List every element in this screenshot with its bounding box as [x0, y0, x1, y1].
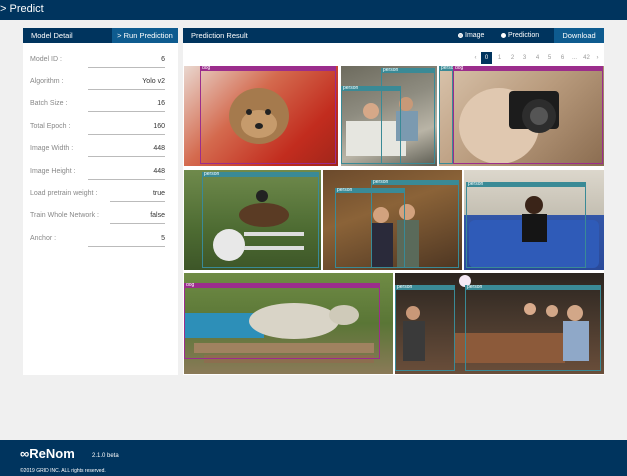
model-detail-header: Model Detail > Run Prediction	[23, 28, 178, 43]
param-label: Model ID :	[30, 56, 62, 63]
pagination-page-3[interactable]: 3	[519, 52, 530, 64]
footer: ∞ReNom 2.1.0 beta ©2019 GRID INC. ALL ri…	[0, 440, 627, 476]
param-underline	[110, 201, 165, 202]
param-underline	[88, 67, 165, 68]
bbox-label: dog	[184, 283, 380, 288]
page-title: > Predict	[0, 3, 44, 15]
bbox	[184, 287, 380, 359]
radio-prediction-label: Prediction	[508, 32, 540, 39]
param-model-id: Model ID : 6	[30, 56, 165, 68]
param-underline	[88, 89, 165, 90]
prediction-result-header: Prediction Result Image Prediction Downl…	[183, 28, 604, 43]
pagination-page-6[interactable]: 6	[557, 52, 568, 64]
copyright-text: ©2019 GRID INC. ALL rights reserved.	[20, 468, 106, 474]
result-image-dinner[interactable]: person person	[395, 273, 604, 374]
pagination-ellipsis: ...	[571, 55, 577, 61]
result-image-sofa[interactable]: person	[464, 170, 604, 270]
bbox	[200, 70, 336, 164]
radio-image[interactable]: Image	[458, 28, 484, 43]
radio-dot-unselected-icon	[501, 33, 506, 38]
param-value: 448	[153, 145, 165, 152]
bbox	[466, 184, 586, 268]
bbox-label: person	[395, 285, 455, 290]
radio-image-label: Image	[465, 32, 485, 39]
result-image-horse[interactable]: person	[184, 170, 321, 270]
bbox-label: dog	[453, 66, 603, 71]
pagination-page-4[interactable]: 4	[532, 52, 543, 64]
bbox	[371, 184, 459, 268]
bbox-label: person	[371, 180, 459, 185]
pagination-prev-button[interactable]: ‹	[470, 52, 481, 64]
bbox	[465, 287, 601, 371]
param-value: 16	[157, 100, 165, 107]
param-label: Batch Size :	[30, 100, 68, 107]
param-label: Load pretrain weight :	[30, 190, 98, 197]
param-image-height: Image Height : 448	[30, 168, 165, 180]
pagination-page-42[interactable]: 42	[581, 52, 592, 64]
param-value: Yolo v2	[142, 78, 165, 85]
bbox-label: dog	[200, 66, 336, 71]
bbox	[202, 176, 319, 268]
param-value: 6	[161, 56, 165, 63]
param-value: 5	[161, 235, 165, 242]
param-label: Image Height :	[30, 168, 76, 175]
param-label: Total Epoch :	[30, 123, 71, 130]
param-value: 160	[153, 123, 165, 130]
bbox-label: person	[381, 68, 435, 73]
run-prediction-button[interactable]: > Run Prediction	[112, 28, 178, 43]
bbox	[381, 72, 435, 164]
pagination-page-0[interactable]: 0	[481, 52, 492, 64]
pagination-page-1[interactable]: 1	[494, 52, 505, 64]
param-value: true	[152, 190, 165, 197]
param-anchor: Anchor : 5	[30, 235, 165, 247]
result-image-camera[interactable]: person dog	[439, 66, 604, 166]
bbox	[395, 287, 455, 371]
result-image-dog[interactable]: dog	[184, 66, 338, 166]
param-algorithm: Algorithm : Yolo v2	[30, 78, 165, 90]
bbox	[439, 70, 453, 164]
param-batch-size: Batch Size : 16	[30, 100, 165, 112]
radio-dot-selected-icon	[458, 33, 463, 38]
radio-prediction[interactable]: Prediction	[501, 28, 539, 43]
param-label: Anchor :	[30, 235, 57, 242]
bbox-label: person	[202, 172, 319, 177]
param-label: Image Width :	[30, 145, 74, 152]
bbox-label: person	[465, 285, 601, 290]
param-label: Train Whole Network :	[30, 212, 99, 219]
model-detail-title: Model Detail	[31, 31, 73, 40]
version-label: 2.1.0 beta	[92, 453, 119, 459]
param-total-epoch: Total Epoch : 160	[30, 123, 165, 135]
param-underline	[88, 156, 165, 157]
result-image-hospital[interactable]: person person	[341, 66, 437, 166]
pagination-page-5[interactable]: 5	[544, 52, 555, 64]
result-image-bench-dog[interactable]: dog	[184, 273, 393, 374]
param-label: Algorithm :	[30, 78, 64, 85]
bbox-label: person	[466, 182, 586, 187]
param-underline	[88, 134, 165, 135]
result-image-indoor[interactable]: person person	[323, 170, 462, 270]
param-underline	[88, 111, 165, 112]
pagination-page-2[interactable]: 2	[507, 52, 518, 64]
param-value: 448	[153, 168, 165, 175]
top-bar: > Predict	[0, 0, 627, 20]
param-image-width: Image Width : 448	[30, 145, 165, 157]
bbox	[453, 70, 603, 164]
download-button[interactable]: Download	[554, 28, 604, 43]
param-load-pretrain-weight: Load pretrain weight : true	[30, 190, 165, 202]
pagination-next-button[interactable]: ›	[592, 52, 603, 64]
pagination: ‹ 0 1 2 3 4 5 6 ... 42 ›	[470, 52, 600, 64]
param-underline	[110, 223, 165, 224]
param-value: false	[150, 212, 165, 219]
param-underline	[88, 246, 165, 247]
model-detail-panel: Model ID : 6 Algorithm : Yolo v2 Batch S…	[23, 43, 178, 375]
param-train-whole-network: Train Whole Network : false	[30, 212, 165, 224]
param-underline	[88, 179, 165, 180]
prediction-result-title: Prediction Result	[191, 31, 248, 40]
renom-logo: ∞ReNom	[20, 446, 75, 461]
